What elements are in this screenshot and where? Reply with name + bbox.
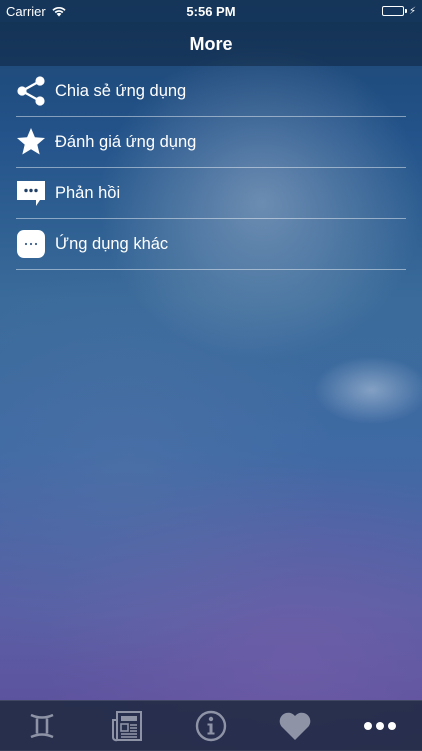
menu-item-label: Chia sẻ ứng dụng [55,81,187,100]
info-icon [195,710,227,742]
menu-item-label: Đánh giá ứng dụng [55,132,197,151]
tab-info[interactable] [169,701,253,751]
menu-item-label: Phản hồi [55,183,121,202]
status-bar: Carrier 5:56 PM ⚡ [0,0,422,22]
charging-bolt-icon: ⚡ [408,5,416,17]
more-menu-list: Chia sẻ ứng dụng Đánh giá ứng dụng Phản … [16,66,406,270]
status-right: ⚡ [381,5,422,17]
navigation-bar: More [0,22,422,66]
more-dots-icon [363,722,396,730]
tab-more[interactable] [338,701,422,751]
page-title: More [189,33,233,54]
more-apps-icon [16,229,46,259]
menu-item-other-apps[interactable]: Ứng dụng khác [16,219,406,270]
heart-icon [280,712,311,740]
newspaper-icon [111,711,142,742]
gemini-zodiac-icon [30,713,54,739]
menu-item-feedback[interactable]: Phản hồi [16,168,406,219]
carrier-label: Carrier [6,3,46,19]
tab-bar [0,700,422,751]
star-icon [16,127,46,157]
share-icon [16,76,46,106]
wifi-icon [52,6,66,17]
battery-icon [381,6,407,16]
tab-favorites[interactable] [253,701,337,751]
menu-item-rate-app[interactable]: Đánh giá ứng dụng [16,117,406,168]
tab-news[interactable] [85,701,169,751]
feedback-chat-icon [16,178,46,208]
menu-item-label: Ứng dụng khác [55,234,169,253]
tab-zodiac[interactable] [0,701,84,751]
status-left: Carrier [0,4,67,19]
menu-item-share-app[interactable]: Chia sẻ ứng dụng [16,66,406,117]
